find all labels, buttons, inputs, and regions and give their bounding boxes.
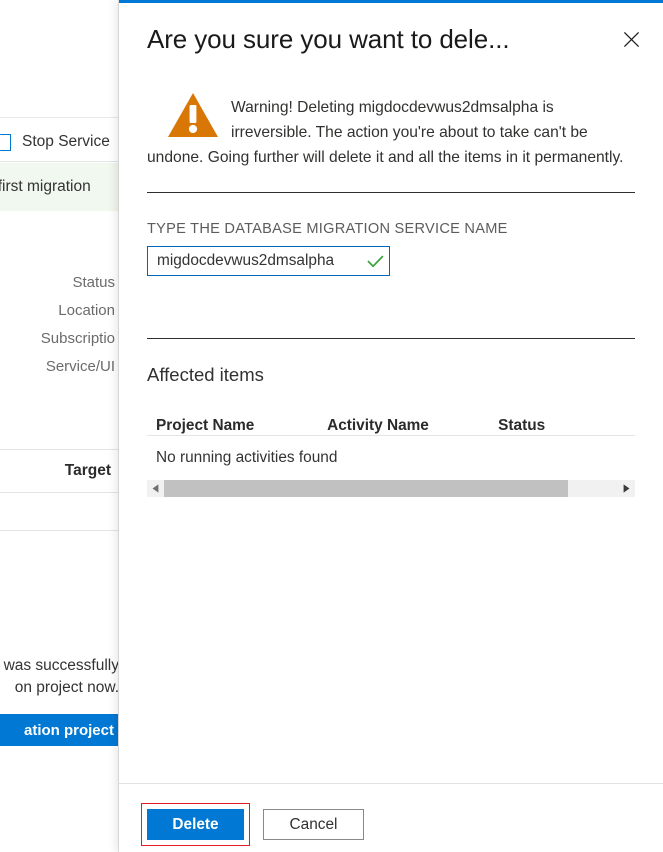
dialog-header: Are you sure you want to dele...	[119, 3, 663, 75]
bottom-success-message: was successfully on project now.	[0, 655, 119, 699]
affected-items-title: Affected items	[147, 339, 635, 386]
target-table-divider-top	[0, 449, 119, 450]
dialog-body: Warning! Deleting migdocdevwus2dmsalpha …	[119, 75, 663, 496]
blade-top-strip	[0, 0, 119, 118]
scrollbar-track[interactable]	[164, 480, 618, 497]
property-row: Status	[0, 268, 119, 296]
cancel-button[interactable]: Cancel	[263, 809, 364, 840]
confirm-name-input[interactable]	[148, 247, 360, 275]
property-label-status: Status	[72, 274, 115, 291]
confirm-field-label: TYPE THE DATABASE MIGRATION SERVICE NAME	[147, 221, 635, 237]
bottom-message-line-1: was successfully	[0, 655, 119, 677]
property-row: Subscriptio	[0, 324, 119, 352]
target-column-header: Target	[65, 462, 111, 480]
scroll-right-arrow-icon[interactable]	[618, 480, 635, 497]
close-icon[interactable]	[613, 21, 649, 57]
warning-block: Warning! Deleting migdocdevwus2dmsalpha …	[147, 75, 635, 170]
grid-header-row: Project Name Activity Name Status	[147, 409, 635, 436]
property-label-service-ui: Service/UI	[46, 358, 115, 375]
property-label-subscription: Subscriptio	[41, 330, 115, 347]
column-header-project-name[interactable]: Project Name	[156, 417, 327, 435]
warning-message: Warning! Deleting migdocdevwus2dmsalpha …	[147, 87, 635, 170]
bottom-message-line-2: on project now.	[0, 677, 119, 699]
notification-banner[interactable]: our first migration	[0, 163, 119, 211]
create-migration-project-button[interactable]: ation project	[0, 714, 119, 746]
delete-button[interactable]: Delete	[147, 809, 244, 840]
notification-banner-text: our first migration	[0, 178, 91, 196]
stop-service-checkbox-icon[interactable]	[0, 134, 11, 151]
target-table-divider-mid	[0, 492, 119, 493]
screen-root: Stop Service our first migration Status …	[0, 0, 663, 852]
property-row: Service/UI	[0, 352, 119, 380]
delete-confirmation-dialog: Are you sure you want to dele... Warning…	[119, 0, 663, 852]
target-table-divider-bottom	[0, 530, 119, 531]
grid-empty-message: No running activities found	[147, 436, 635, 479]
background-blade: Stop Service our first migration Status …	[0, 0, 119, 852]
property-row: Location	[0, 296, 119, 324]
column-header-status[interactable]: Status	[498, 417, 635, 435]
dialog-title: Are you sure you want to dele...	[147, 24, 613, 55]
validation-check-icon	[360, 255, 390, 268]
confirm-field-block: TYPE THE DATABASE MIGRATION SERVICE NAME	[147, 193, 635, 276]
scroll-left-arrow-icon[interactable]	[147, 480, 164, 497]
column-header-activity-name[interactable]: Activity Name	[327, 417, 498, 435]
affected-items-grid: Project Name Activity Name Status No run…	[147, 409, 635, 496]
grid-horizontal-scrollbar[interactable]	[147, 479, 635, 496]
confirm-name-field[interactable]	[147, 246, 390, 276]
target-table-header: Target	[0, 458, 119, 484]
essentials-property-list: Status Location Subscriptio Service/UI	[0, 268, 119, 380]
dialog-footer: Delete Cancel	[119, 783, 663, 852]
warning-triangle-icon	[167, 91, 219, 139]
property-label-location: Location	[58, 302, 115, 319]
command-bar-divider	[0, 161, 119, 162]
stop-service-label: Stop Service	[22, 133, 110, 151]
footer-actions: Delete Cancel	[119, 784, 663, 846]
create-migration-project-label: ation project	[24, 722, 114, 739]
scrollbar-thumb[interactable]	[164, 480, 568, 497]
delete-button-highlight: Delete	[141, 803, 250, 846]
stop-service-command[interactable]: Stop Service	[0, 127, 119, 157]
